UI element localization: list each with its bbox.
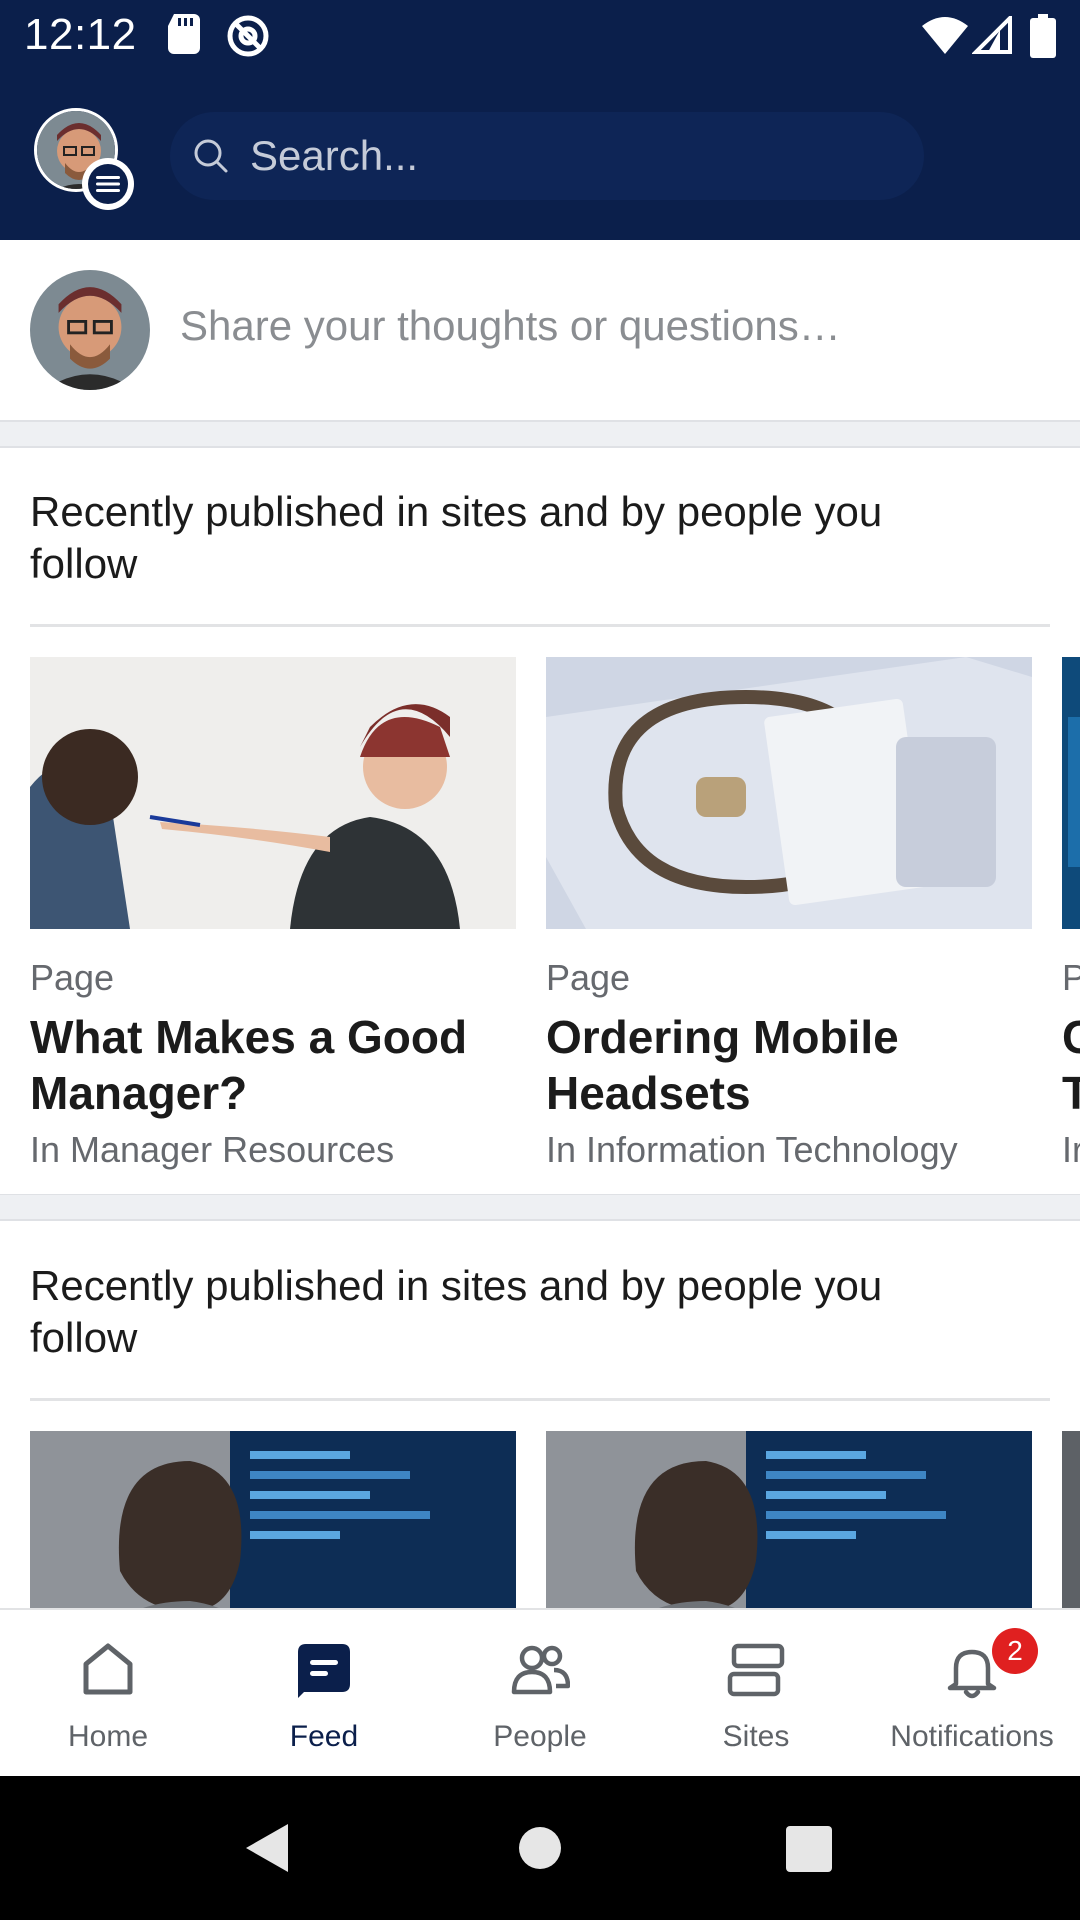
content-card[interactable]: P C T Ir (1062, 657, 1080, 1171)
card-type: Page (546, 957, 631, 998)
content-card[interactable] (546, 1431, 1032, 1608)
nav-label: Home (67, 1720, 149, 1753)
card-image (1062, 657, 1080, 929)
content-card[interactable] (30, 1431, 516, 1608)
card-type: P (1062, 957, 1080, 998)
card-type: Page (30, 957, 115, 998)
bottom-navigation: Home Feed People Sites 2 Notifications (0, 1608, 1080, 1778)
battery-icon (1030, 14, 1056, 58)
search-bar[interactable] (170, 112, 924, 200)
nav-label: Feed (289, 1720, 359, 1753)
back-icon[interactable] (244, 1822, 290, 1874)
nav-home[interactable]: Home (0, 1610, 216, 1778)
recent-section: Recently published in sites and by peopl… (0, 1222, 1080, 1608)
content-card[interactable] (1062, 1431, 1080, 1608)
divider (30, 1398, 1050, 1401)
menu-badge (82, 158, 134, 210)
notification-count-badge: 2 (992, 1628, 1038, 1674)
card-site: Ir (1062, 1129, 1080, 1170)
divider (30, 624, 1050, 627)
nav-notifications[interactable]: 2 Notifications (864, 1610, 1080, 1778)
content-card[interactable]: Page What Makes a Good Manager? In Manag… (30, 657, 516, 1171)
search-icon (194, 139, 228, 173)
status-time: 12:12 (24, 10, 137, 59)
card-title: What Makes a Good Manager? (30, 1011, 468, 1119)
profile-menu-button[interactable] (34, 108, 134, 210)
at-sign-icon (227, 15, 269, 57)
feed-icon (298, 1644, 350, 1698)
nav-label: Sites (722, 1720, 790, 1753)
card-title: C T (1062, 1011, 1080, 1119)
nav-people[interactable]: People (432, 1610, 648, 1778)
sites-icon (727, 1643, 785, 1697)
card-site: In Manager Resources (30, 1129, 395, 1170)
composer-prompt[interactable]: Share your thoughts or questions… (180, 302, 841, 350)
card-image (546, 657, 1032, 929)
divider (0, 1194, 1080, 1221)
divider (0, 421, 1080, 448)
home-icon (83, 1643, 133, 1695)
wifi-icon (922, 17, 968, 54)
card-image (30, 1431, 516, 1608)
content-card[interactable]: Page Ordering Mobile Headsets In Informa… (546, 657, 1032, 1171)
card-title: Ordering Mobile Headsets (546, 1011, 899, 1119)
system-navigation-bar (0, 1776, 1080, 1920)
avatar (30, 270, 150, 390)
signal-icon (972, 16, 1012, 54)
card-image (546, 1431, 1032, 1608)
search-input[interactable] (248, 131, 852, 181)
post-composer[interactable]: Share your thoughts or questions… (0, 240, 1080, 422)
nav-sites[interactable]: Sites (648, 1610, 864, 1778)
section-title: Recently published in sites and by peopl… (30, 1262, 883, 1361)
card-image (30, 657, 516, 929)
sd-card-icon (168, 14, 200, 54)
nav-label: People (493, 1720, 587, 1753)
nav-feed[interactable]: Feed (216, 1610, 432, 1778)
recent-section: Recently published in sites and by peopl… (0, 448, 1080, 1192)
app-header (0, 72, 1080, 240)
section-title: Recently published in sites and by peopl… (30, 488, 883, 587)
nav-label: Notifications (890, 1720, 1054, 1753)
status-bar: 12:12 (0, 0, 1080, 72)
home-circle-icon[interactable] (518, 1826, 562, 1870)
people-icon (511, 1645, 570, 1695)
hamburger-icon (96, 176, 120, 192)
card-site: In Information Technology (546, 1129, 958, 1170)
recents-icon[interactable] (786, 1826, 832, 1872)
card-image (1062, 1431, 1080, 1608)
